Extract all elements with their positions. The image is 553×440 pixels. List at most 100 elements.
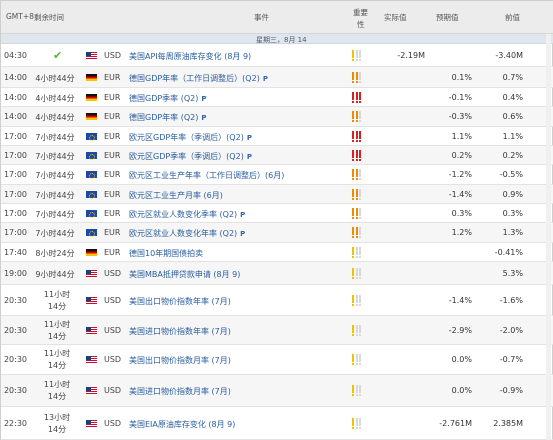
time-remaining: 4小时44分 [35,94,75,103]
table-row[interactable]: 17:00 7小时44分 EUR 欧元区就业人数变化季率 (Q2) P 0.3% 0.3% [1,204,553,223]
table-row[interactable]: 17:00 7小时44分 EUR 欧元区就业人数变化年率 (Q2) P 1.2% 1.3% [1,223,553,243]
preliminary-badge: P [201,114,207,122]
previous-value: 0.6% [502,112,523,121]
event-name-link[interactable]: 欧元区就业人数变化季率 (Q2) P [129,209,245,220]
event-time: 17:40 [3,248,28,257]
event-name-link[interactable]: 美国MBA抵押贷款申请 (8月 9) [129,269,240,280]
forecast-value: -2.9% [448,326,472,335]
us-flag-icon [86,270,97,277]
previous-value: -0.5% [499,170,523,179]
previous-value: 0.9% [502,190,523,199]
table-row[interactable]: 17:00 7小时44分 EUR 欧元区工业生产年率（工作日调整后）(6月) -1.2%… [1,165,553,185]
event-name-link[interactable]: 德国GDP年率 (Q2) P [129,112,207,123]
table-row[interactable]: 14:00 4小时44分 EUR 德国GDP年率（工作日调整后）(Q2) P 0.1% 0.… [1,67,553,88]
table-row[interactable]: 17:00 7小时44分 EUR 欧元区GDP年率（季调后）(Q2) P 1.1% 1.1% [1,127,553,146]
event-time: 20:30 [3,326,28,335]
importance-bars-icon [352,208,361,219]
forecast-value: -0.3% [448,112,472,121]
eu-flag-icon [86,171,97,179]
event-time: 20:30 [3,386,28,395]
importance-bars-icon [352,169,361,180]
currency-code: EUR [104,132,121,141]
previous-value: 0.2% [502,151,523,160]
event-name-link[interactable]: 德国GDP季率 (Q2) P [129,93,207,104]
preliminary-badge: P [240,211,246,219]
event-name-link[interactable]: 欧元区工业生产月率 (6月) [129,190,223,201]
released-check-icon: ✔ [53,49,63,62]
importance-bars-icon [352,295,361,306]
importance-header: 重要 [353,8,368,17]
forecast-value: -1.2% [448,170,472,179]
time-remaining: 7小时44分 [35,171,75,180]
previous-value: 1.3% [502,228,523,237]
event-time: 14:00 [3,73,28,82]
table-row[interactable]: 20:30 11小时14分 USD 美国出口物价指数月率 (7月) 0.0% -0.7% [1,345,553,375]
importance-bars-icon [352,227,361,238]
currency-code: EUR [104,209,121,218]
event-time: 17:00 [3,228,28,237]
currency-code: USD [104,386,122,395]
previous-value: 1.1% [502,132,523,141]
us-flag-icon [86,387,97,394]
event-time: 19:00 [3,269,28,278]
time-remaining: 11小时14分 [43,380,71,401]
de-flag-icon [86,94,97,101]
currency-code: EUR [104,190,121,199]
time-remaining: 7小时44分 [35,191,75,200]
scrollbar[interactable] [546,34,551,440]
event-name-link[interactable]: 欧元区GDP季率（季调后）(Q2) P [129,151,252,162]
currency-code: EUR [104,248,121,257]
event-name-link[interactable]: 德国GDP年率（工作日调整后）(Q2) P [129,73,268,84]
time-remaining: 13小时14分 [43,413,71,434]
table-row[interactable]: 14:00 4小时44分 EUR 德国GDP年率 (Q2) P -0.3% 0.6% [1,107,553,127]
table-row[interactable]: 20:30 11小时14分 USD 美国进口物价指数年率 (7月) -2.9% -2.0% [1,316,553,345]
table-row[interactable]: 19:00 9小时44分 USD 美国MBA抵押贷款申请 (8月 9) 5.3% [1,262,553,285]
importance-bars-icon [352,354,361,365]
table-row[interactable]: 20:30 11小时14分 USD 美国进口物价指数月率 (7月) 0.0% -0.9% [1,375,553,407]
preliminary-badge: P [246,153,252,161]
table-row[interactable]: 17:40 8小时24分 EUR 德国10年期国债拍卖 -0.41% [1,243,553,262]
currency-code: USD [104,355,122,364]
previous-value: -0.9% [499,386,523,395]
importance-bars-icon [352,385,361,396]
event-time: 17:00 [3,190,28,199]
importance-bars-icon [352,131,361,142]
event-name-link[interactable]: 美国出口物价指数月率 (7月) [129,355,231,366]
forecast-value: -1.4% [448,296,472,305]
table-row[interactable]: 20:30 11小时14分 USD 美国出口物价指数年率 (7月) -1.4% -1.6% [1,285,553,316]
previous-value: 0.4% [502,93,523,102]
event-time: 20:30 [3,296,28,305]
importance-bars-icon [352,418,361,429]
table-row[interactable]: 22:30 13小时14分 USD 美国EIA原油库存变化 (8月 9) -2.761M… [1,407,553,440]
time-remaining: 11小时14分 [43,320,71,341]
table-row[interactable]: 14:00 4小时44分 EUR 德国GDP季率 (Q2) P -0.1% 0.4% [1,88,553,107]
table-row[interactable]: 17:00 7小时44分 EUR 欧元区工业生产月率 (6月) -1.4% 0.9% [1,185,553,204]
date-label: 星期三，8月 14 [256,36,307,44]
event-name-link[interactable]: 欧元区GDP年率（季调后）(Q2) P [129,132,252,143]
event-name-link[interactable]: 美国出口物价指数年率 (7月) [129,296,231,307]
event-time: 20:30 [3,355,28,364]
forecast-value: 1.2% [451,228,472,237]
table-row[interactable]: 04:30 ✔ USD 美国API每周原油库存变化 (8月 9) -2.19M -3.40… [1,45,553,67]
forecast-value: 0.0% [451,386,472,395]
eu-flag-icon [86,229,97,237]
event-name-link[interactable]: 美国进口物价指数年率 (7月) [129,326,231,337]
currency-code: USD [104,269,122,278]
time-remaining: 8小时24分 [35,249,75,258]
event-name-link[interactable]: 美国进口物价指数月率 (7月) [129,386,231,397]
us-flag-icon [86,420,97,427]
importance-bars-icon [352,189,361,200]
previous-value: -0.7% [499,355,523,364]
importance-bars-icon [352,72,361,83]
event-name-link[interactable]: 德国10年期国债拍卖 [129,248,203,259]
time-remaining: 11小时14分 [43,349,71,370]
importance-header-line2: 性 [357,20,365,29]
event-name-link[interactable]: 欧元区就业人数变化年率 (Q2) P [129,228,245,239]
timezone-header[interactable]: GMT+8 [6,12,34,21]
event-name-link[interactable]: 美国EIA原油库存变化 (8月 9) [129,419,235,430]
event-name-link[interactable]: 欧元区工业生产年率（工作日调整后）(6月) [129,170,284,181]
event-time: 17:00 [3,209,28,218]
table-row[interactable]: 17:00 7小时44分 EUR 欧元区GDP季率（季调后）(Q2) P 0.2% 0.2% [1,146,553,165]
us-flag-icon [86,52,97,59]
event-name-link[interactable]: 美国API每周原油库存变化 (8月 9) [129,51,251,62]
